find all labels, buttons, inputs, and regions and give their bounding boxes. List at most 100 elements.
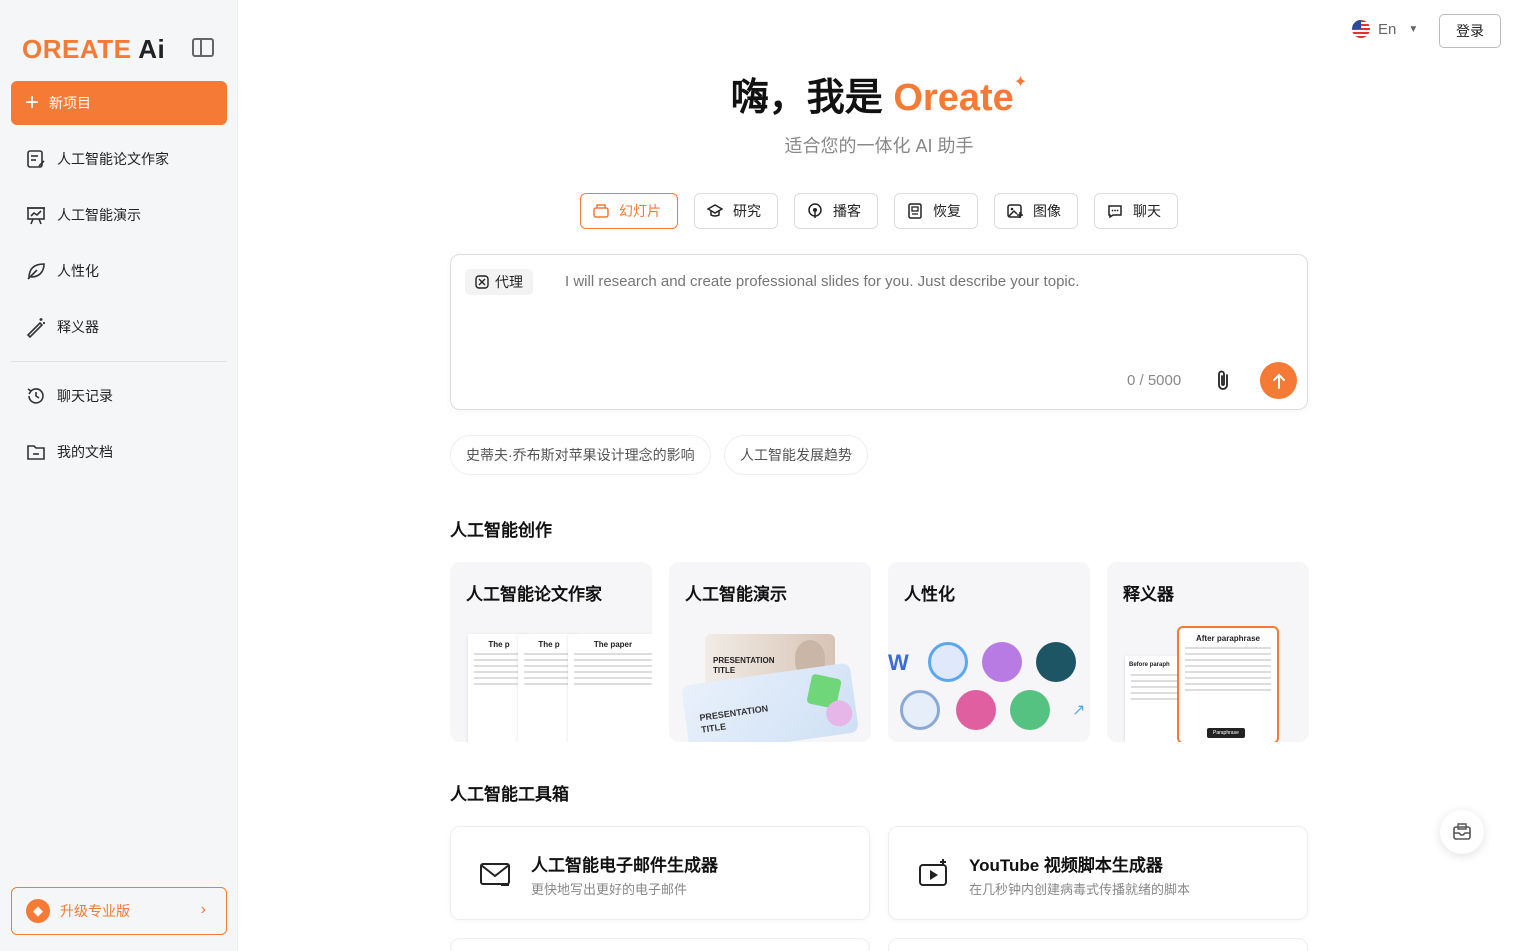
- hero-title: 嗨，我是 Oreate✦: [0, 66, 1520, 121]
- resume-icon: [908, 203, 922, 219]
- card-thumbnail: W ↗: [888, 634, 1090, 742]
- prompt-box: 代理 0 / 5000: [450, 254, 1308, 410]
- sidebar-item-label: 释义器: [57, 319, 99, 335]
- app-root: OREATE Ai + 新项目 人工智能论文作家 人工智能演示 人性化 释义器 …: [0, 0, 1520, 951]
- suggestion-chip[interactable]: 史蒂夫·乔布斯对苹果设计理念的影响: [450, 435, 711, 475]
- gptzero-icon: [928, 642, 968, 682]
- sidebar-item-paraphraser[interactable]: 释义器: [11, 305, 227, 349]
- logo-ai: Ai: [138, 34, 166, 64]
- thumb-after-label: After paraphrase: [1195, 634, 1261, 643]
- card-essay-writer[interactable]: 人工智能论文作家 The p The p The paper: [450, 562, 652, 742]
- document-edit-icon: [27, 150, 45, 168]
- sidebar-item-label: 人性化: [57, 263, 99, 279]
- robot-icon: [1010, 690, 1050, 730]
- w-logo-icon: W: [888, 650, 909, 675]
- tab-slides[interactable]: 幻灯片: [580, 193, 678, 229]
- card-paraphraser[interactable]: 释义器 Before paraph After paraphrase Parap…: [1107, 562, 1309, 742]
- brain-icon: [982, 642, 1022, 682]
- tool-youtube-script[interactable]: YouTube 视频脚本生成器 在几秒钟内创建病毒式传播就绪的脚本: [888, 826, 1308, 920]
- card-thumbnail: PRESENTATION TITLE PRESENTATION TITLE: [680, 634, 871, 742]
- tool-description: 在几秒钟内创建病毒式传播就绪的脚本: [969, 882, 1191, 897]
- suggestion-chip[interactable]: 人工智能发展趋势: [724, 435, 868, 475]
- leaf-icon: [27, 263, 45, 280]
- magic-wand-icon: [26, 318, 45, 338]
- tab-label: 恢复: [933, 203, 961, 219]
- podcast-icon: [808, 203, 822, 218]
- send-button[interactable]: [1260, 362, 1297, 399]
- tab-chat[interactable]: 聊天: [1094, 193, 1178, 229]
- tool-title: 人工智能电子邮件生成器: [531, 856, 718, 875]
- tab-image[interactable]: 图像: [994, 193, 1078, 229]
- logo[interactable]: OREATE Ai: [22, 34, 165, 65]
- agent-label: 代理: [495, 274, 523, 290]
- image-icon: [1007, 204, 1023, 218]
- prompt-input[interactable]: [565, 273, 1265, 290]
- logo-main: OREATE: [22, 34, 132, 64]
- sidebar-item-humanize[interactable]: 人性化: [11, 249, 227, 293]
- language-selector[interactable]: En ▼: [1352, 20, 1418, 38]
- card-title: 释义器: [1123, 585, 1174, 604]
- slides-icon: [593, 204, 609, 218]
- card-title: 人性化: [904, 585, 955, 604]
- mail-feedback-icon: [1453, 823, 1471, 840]
- sidebar-item-label: 人工智能演示: [57, 207, 141, 223]
- us-flag-icon: [1352, 20, 1370, 38]
- hero-subtitle: 适合您的一体化 AI 助手: [784, 136, 974, 156]
- paraphrase-mini-button: Paraphrase: [1207, 728, 1245, 738]
- creation-section-title: 人工智能创作: [450, 521, 552, 540]
- chevron-right-icon: ›: [200, 901, 206, 918]
- toolbox-section-title: 人工智能工具箱: [450, 785, 569, 804]
- mode-tabs: 幻灯片 研究 播客 恢复 图像 聊天: [580, 193, 1178, 229]
- sidebar-item-presentation[interactable]: 人工智能演示: [11, 193, 227, 237]
- tab-label: 幻灯片: [619, 203, 661, 219]
- tab-label: 图像: [1033, 203, 1061, 219]
- upgrade-label: 升级专业版: [60, 903, 130, 919]
- video-icon: [919, 859, 947, 886]
- graduation-cap-icon: [707, 204, 723, 217]
- caret-down-icon: ▼: [1408, 23, 1419, 35]
- sidebar: OREATE Ai + 新项目 人工智能论文作家 人工智能演示 人性化 释义器 …: [0, 0, 238, 951]
- sidebar-item-label: 我的文档: [57, 444, 113, 460]
- card-thumbnail: The p The p The paper: [466, 634, 652, 742]
- login-button[interactable]: 登录: [1439, 14, 1501, 48]
- attachment-icon[interactable]: [1213, 369, 1235, 393]
- card-title: 人工智能论文作家: [466, 585, 602, 604]
- feedback-button[interactable]: [1440, 810, 1484, 854]
- hero-brand: Oreate: [893, 77, 1014, 119]
- agent-chip[interactable]: 代理: [465, 269, 533, 295]
- sidebar-item-my-documents[interactable]: 我的文档: [11, 430, 227, 474]
- diamond-icon: ◆: [26, 899, 50, 923]
- chat-icon: [1108, 205, 1122, 219]
- sidebar-divider: [11, 361, 227, 362]
- hero-title-prefix: 嗨，我是: [730, 77, 883, 119]
- arrow-icon: ↗: [1072, 702, 1086, 719]
- card-presentation[interactable]: 人工智能演示 PRESENTATION TITLE PRESENTATION T…: [669, 562, 871, 742]
- folder-icon: [27, 445, 45, 460]
- tab-resume[interactable]: 恢复: [894, 193, 978, 229]
- tab-label: 聊天: [1133, 203, 1161, 219]
- tool-card-partial: [450, 938, 870, 951]
- copyleaks-icon: [900, 690, 940, 730]
- tab-label: 播客: [833, 203, 861, 219]
- card-title: 人工智能演示: [685, 585, 787, 604]
- sparkle-icon: ✦: [1013, 74, 1028, 91]
- sidebar-item-chat-history[interactable]: 聊天记录: [11, 374, 227, 418]
- agent-icon: [475, 275, 489, 289]
- arrow-up-icon: [1272, 373, 1285, 389]
- tab-podcast[interactable]: 播客: [794, 193, 878, 229]
- email-icon: [480, 863, 510, 886]
- sidebar-item-label: 人工智能论文作家: [57, 151, 169, 167]
- writer-icon: [956, 690, 996, 730]
- tab-research[interactable]: 研究: [694, 193, 778, 229]
- history-icon: [27, 388, 44, 404]
- thumb-doc-title: The paper: [593, 640, 633, 649]
- card-humanize[interactable]: 人性化 W ↗: [888, 562, 1090, 742]
- char-counter: 0 / 5000: [1127, 372, 1182, 389]
- sidebar-toggle-icon[interactable]: [192, 38, 214, 57]
- sidebar-item-essay-writer[interactable]: 人工智能论文作家: [11, 137, 227, 181]
- tool-email-generator[interactable]: 人工智能电子邮件生成器 更快地写出更好的电子邮件: [450, 826, 870, 920]
- upgrade-button[interactable]: ◆ 升级专业版 ›: [11, 887, 227, 935]
- language-label: En: [1378, 20, 1397, 38]
- thumb-before-label: Before paraph: [1129, 662, 1170, 668]
- thumb-slide-title: PRESENTATION TITLE: [698, 703, 769, 735]
